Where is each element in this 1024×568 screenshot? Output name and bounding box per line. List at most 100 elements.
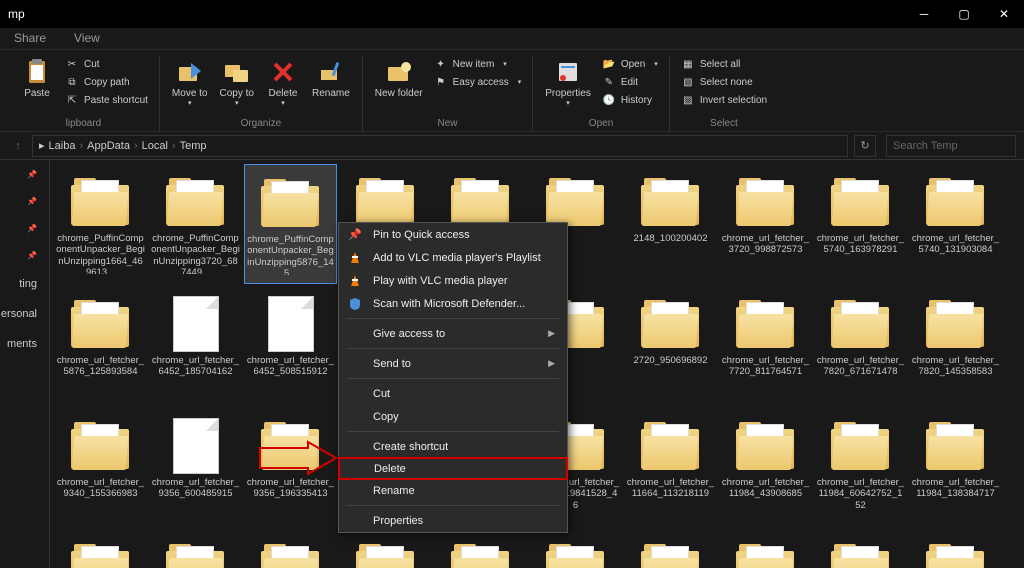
properties-icon — [554, 58, 582, 86]
search-input[interactable]: Search Temp — [886, 135, 1016, 157]
bc-icon: ▸ — [39, 139, 45, 152]
edit-button[interactable]: ✎Edit — [599, 74, 661, 90]
move-icon — [176, 58, 204, 86]
invert-selection-button[interactable]: ▨Invert selection — [678, 92, 770, 108]
file-item[interactable] — [244, 530, 337, 568]
file-item[interactable]: chrome_url_fetcher_3720_998872573 — [719, 164, 812, 284]
file-name: chrome_url_fetcher_7820_671671478 — [814, 352, 907, 378]
file-item[interactable]: chrome_url_fetcher_5876_125893584 — [54, 286, 147, 406]
ribbon-open: Properties▾ 📂Open ▾ ✎Edit 🕓History Open — [533, 56, 670, 131]
context-menu-item[interactable]: Delete — [338, 457, 568, 480]
context-menu-item[interactable]: Create shortcut — [339, 435, 567, 458]
file-item[interactable]: chrome_url_fetcher_7820_145358583 — [909, 286, 1002, 406]
quick-access-item[interactable]: 📌 — [27, 197, 49, 206]
file-item[interactable] — [434, 530, 527, 568]
file-item[interactable]: chrome_url_fetcher_5740_131903084 — [909, 164, 1002, 284]
select-none-button[interactable]: ▧Select none — [678, 74, 770, 90]
context-menu-item[interactable]: Add to VLC media player's Playlist — [339, 246, 567, 269]
paste-button[interactable]: Paste — [16, 56, 58, 101]
context-menu: 📌Pin to Quick accessAdd to VLC media pla… — [338, 222, 568, 533]
file-item[interactable] — [339, 530, 432, 568]
file-item[interactable]: chrome_url_fetcher_9340_155366983 — [54, 408, 147, 528]
file-item[interactable] — [719, 530, 812, 568]
breadcrumb-path[interactable]: ▸ Laiba› AppData› Local› Temp — [32, 135, 848, 157]
address-bar: ↑ ▸ Laiba› AppData› Local› Temp ↻ Search… — [0, 132, 1024, 160]
file-name: 2720_950696892 — [632, 352, 710, 366]
file-name: chrome_url_fetcher_5876_125893584 — [54, 352, 147, 378]
file-item[interactable]: chrome_url_fetcher_6452_508515912 — [244, 286, 337, 406]
file-item[interactable]: 2148_100200402 — [624, 164, 717, 284]
context-menu-item[interactable]: Play with VLC media player — [339, 269, 567, 292]
context-menu-item[interactable]: Cut — [339, 382, 567, 405]
quick-access-item[interactable]: 📌 — [27, 224, 49, 233]
file-name: chrome_url_fetcher_7720_811764571 — [719, 352, 812, 378]
file-item[interactable]: chrome_url_fetcher_5740_163978291 — [814, 164, 907, 284]
history-button[interactable]: 🕓History — [599, 92, 661, 108]
path-icon: ⧉ — [65, 75, 79, 89]
file-item[interactable]: chrome_url_fetcher_13048_638438617 — [54, 530, 147, 568]
context-menu-item[interactable]: Give access to▶ — [339, 322, 567, 345]
context-menu-item[interactable]: Rename — [339, 479, 567, 502]
file-item[interactable] — [624, 530, 717, 568]
minimize-button[interactable]: ─ — [904, 0, 944, 28]
ribbon: Paste ✂Cut ⧉Copy path ⇱Paste shortcut li… — [0, 50, 1024, 132]
move-to-button[interactable]: Move to▾ — [168, 56, 212, 109]
context-menu-item[interactable]: Send to▶ — [339, 352, 567, 375]
copy-path-button[interactable]: ⧉Copy path — [62, 74, 151, 90]
file-item[interactable] — [909, 530, 1002, 568]
rename-icon — [317, 58, 345, 86]
file-name — [574, 230, 578, 233]
refresh-button[interactable]: ↻ — [854, 135, 876, 157]
quick-access-item[interactable]: 📌 — [27, 170, 49, 179]
file-name: chrome_url_fetcher_9340_155366983 — [54, 474, 147, 500]
tab-share[interactable]: Share — [0, 27, 60, 49]
file-item[interactable]: chrome_url_fetcher_7820_671671478 — [814, 286, 907, 406]
new-item-button[interactable]: ✦New item ▾ — [431, 56, 525, 72]
file-item[interactable]: chrome_PuffinComponentUnpacker_BeginUnzi… — [149, 164, 242, 284]
ribbon-clipboard: Paste ✂Cut ⧉Copy path ⇱Paste shortcut li… — [8, 56, 160, 131]
delete-button[interactable]: Delete▾ — [262, 56, 304, 109]
ribbon-tabs: Share View — [0, 28, 1024, 50]
select-all-button[interactable]: ▦Select all — [678, 56, 770, 72]
close-button[interactable]: ✕ — [984, 0, 1024, 28]
file-item[interactable]: chrome_url_fetcher_6452_185704162 — [149, 286, 242, 406]
quick-access-item[interactable]: 📌 — [27, 251, 49, 260]
file-name: chrome_url_fetcher_9356_196335413 — [244, 474, 337, 500]
quick-access-item[interactable]: ersonal — [1, 308, 49, 320]
quick-access-item[interactable]: ments — [7, 338, 49, 350]
file-item[interactable]: chrome_url_fetcher_11984_138384717 — [909, 408, 1002, 528]
file-item[interactable] — [814, 530, 907, 568]
annotation-arrow-icon — [258, 440, 338, 476]
new-folder-button[interactable]: New folder — [371, 56, 427, 101]
context-menu-item[interactable]: 📌Pin to Quick access — [339, 223, 567, 246]
properties-button[interactable]: Properties▾ — [541, 56, 595, 109]
file-item[interactable]: chrome_url_fetcher_11664_113218119 — [624, 408, 717, 528]
tab-view[interactable]: View — [60, 27, 114, 49]
file-item[interactable]: chrome_url_fetcher_11984_60642752_152 — [814, 408, 907, 528]
easy-access-button[interactable]: ⚑Easy access ▾ — [431, 74, 525, 90]
file-name: chrome_url_fetcher_6452_508515912 — [244, 352, 337, 378]
file-item[interactable] — [529, 530, 622, 568]
rename-button[interactable]: Rename — [308, 56, 354, 101]
file-item[interactable]: chrome_url_fetcher_9356_600485915 — [149, 408, 242, 528]
paste-shortcut-button[interactable]: ⇱Paste shortcut — [62, 92, 151, 108]
file-item[interactable]: chrome_PuffinComponentUnpacker_BeginUnzi… — [244, 164, 337, 284]
context-menu-item[interactable]: Properties — [339, 509, 567, 532]
file-item[interactable]: chrome_PuffinComponentUnpacker_BeginUnzi… — [54, 164, 147, 284]
file-item[interactable]: chrome_url_fetcher_7720_811764571 — [719, 286, 812, 406]
context-menu-item[interactable]: Scan with Microsoft Defender... — [339, 292, 567, 315]
quick-access-item[interactable]: ting — [19, 278, 49, 290]
nav-up-button[interactable]: ↑ — [8, 136, 28, 156]
file-item[interactable]: chrome_url_fetcher_11984_43908685 — [719, 408, 812, 528]
file-item[interactable]: 2720_950696892 — [624, 286, 717, 406]
copy-to-button[interactable]: Copy to▾ — [216, 56, 258, 109]
delete-x-icon — [269, 58, 297, 86]
file-item[interactable] — [149, 530, 242, 568]
maximize-button[interactable]: ▢ — [944, 0, 984, 28]
context-menu-item[interactable]: Copy — [339, 405, 567, 428]
sidebar: 📌 📌 📌 📌 ting ersonal ments — [0, 160, 50, 568]
open-button[interactable]: 📂Open ▾ — [599, 56, 661, 72]
cut-button[interactable]: ✂Cut — [62, 56, 151, 72]
scissors-icon: ✂ — [65, 57, 79, 71]
access-icon: ⚑ — [434, 75, 448, 89]
